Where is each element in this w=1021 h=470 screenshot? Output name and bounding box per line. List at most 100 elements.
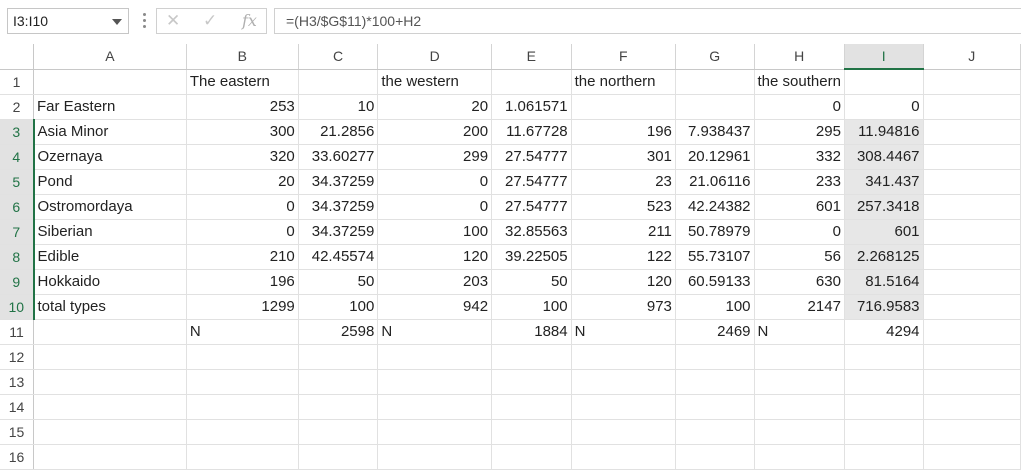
cell-d4[interactable]: 299	[377, 144, 493, 170]
cell-f10[interactable]: 973	[571, 294, 676, 320]
cell-g12[interactable]	[675, 344, 755, 370]
cell-c5[interactable]: 34.37259	[298, 169, 379, 195]
cell-h2[interactable]: 0	[754, 94, 845, 120]
cell-f3[interactable]: 196	[571, 119, 676, 145]
cell-e8[interactable]: 39.22505	[491, 244, 572, 270]
cell-e7[interactable]: 32.85563	[491, 219, 572, 245]
cell-a10[interactable]: total types	[33, 294, 187, 320]
cell-j15[interactable]	[923, 419, 1021, 445]
column-header-i[interactable]: I	[844, 44, 924, 70]
cell-h16[interactable]	[754, 444, 845, 470]
cell-i10[interactable]: 716.9583	[844, 294, 924, 320]
row-header[interactable]: 13	[0, 369, 35, 395]
cell-b2[interactable]: 253	[186, 94, 299, 120]
cell-f14[interactable]	[571, 394, 676, 420]
cell-b7[interactable]: 0	[186, 219, 299, 245]
cell-f6[interactable]: 523	[571, 194, 676, 220]
cell-d7[interactable]: 100	[377, 219, 493, 245]
cell-j14[interactable]	[923, 394, 1021, 420]
cell-h9[interactable]: 630	[754, 269, 845, 295]
cell-d6[interactable]: 0	[377, 194, 493, 220]
cell-j3[interactable]	[923, 119, 1021, 145]
row-header[interactable]: 2	[0, 94, 35, 120]
cell-f15[interactable]	[571, 419, 676, 445]
cell-d12[interactable]	[377, 344, 493, 370]
cell-g1[interactable]	[675, 69, 755, 95]
cell-j10[interactable]	[923, 294, 1021, 320]
row-header[interactable]: 4	[0, 144, 35, 170]
cell-h10[interactable]: 2147	[754, 294, 845, 320]
check-icon[interactable]: ✓	[203, 11, 217, 31]
cell-a5[interactable]: Pond	[33, 169, 187, 195]
row-header[interactable]: 12	[0, 344, 35, 370]
cell-c6[interactable]: 34.37259	[298, 194, 379, 220]
cell-j12[interactable]	[923, 344, 1021, 370]
cell-h5[interactable]: 233	[754, 169, 845, 195]
row-header[interactable]: 16	[0, 444, 35, 470]
cell-a16[interactable]	[33, 444, 187, 470]
cell-j4[interactable]	[923, 144, 1021, 170]
cell-g10[interactable]: 100	[675, 294, 755, 320]
cell-a15[interactable]	[33, 419, 187, 445]
cell-b4[interactable]: 320	[186, 144, 299, 170]
cell-c3[interactable]: 21.2856	[298, 119, 379, 145]
cell-b16[interactable]	[186, 444, 299, 470]
column-header-j[interactable]: J	[923, 44, 1021, 70]
cell-i16[interactable]	[844, 444, 924, 470]
column-header-c[interactable]: C	[298, 44, 379, 70]
cell-g2[interactable]	[675, 94, 755, 120]
row-header[interactable]: 1	[0, 69, 35, 95]
cell-c12[interactable]	[298, 344, 379, 370]
cell-b1[interactable]: The eastern	[186, 69, 299, 95]
cell-d14[interactable]	[377, 394, 493, 420]
cell-a11[interactable]	[33, 319, 187, 345]
cell-j7[interactable]	[923, 219, 1021, 245]
cell-j11[interactable]	[923, 319, 1021, 345]
cell-f12[interactable]	[571, 344, 676, 370]
cell-a14[interactable]	[33, 394, 187, 420]
cell-g8[interactable]: 55.73107	[675, 244, 755, 270]
cell-b6[interactable]: 0	[186, 194, 299, 220]
cell-d16[interactable]	[377, 444, 493, 470]
cell-b8[interactable]: 210	[186, 244, 299, 270]
close-icon[interactable]: ✕	[166, 11, 180, 31]
cell-f7[interactable]: 211	[571, 219, 676, 245]
cell-e3[interactable]: 11.67728	[491, 119, 572, 145]
cell-f8[interactable]: 122	[571, 244, 676, 270]
cell-b9[interactable]: 196	[186, 269, 299, 295]
cell-g13[interactable]	[675, 369, 755, 395]
insert-function-button[interactable]: fx	[242, 11, 257, 30]
cell-c4[interactable]: 33.60277	[298, 144, 379, 170]
cell-i9[interactable]: 81.5164	[844, 269, 924, 295]
cell-g11[interactable]: 2469	[675, 319, 755, 345]
cell-a7[interactable]: Siberian	[33, 219, 187, 245]
cell-e4[interactable]: 27.54777	[491, 144, 572, 170]
column-header-g[interactable]: G	[675, 44, 755, 70]
cell-h13[interactable]	[754, 369, 845, 395]
cell-h11[interactable]: N	[754, 319, 845, 345]
cell-d1[interactable]: the western	[377, 69, 493, 95]
cell-g9[interactable]: 60.59133	[675, 269, 755, 295]
cell-e10[interactable]: 100	[491, 294, 572, 320]
cell-i2[interactable]: 0	[844, 94, 924, 120]
cell-h14[interactable]	[754, 394, 845, 420]
cell-f1[interactable]: the northern	[571, 69, 676, 95]
cell-f13[interactable]	[571, 369, 676, 395]
column-header-b[interactable]: B	[186, 44, 299, 70]
cell-f9[interactable]: 120	[571, 269, 676, 295]
row-header[interactable]: 9	[0, 269, 35, 295]
cell-d2[interactable]: 20	[377, 94, 493, 120]
cell-c10[interactable]: 100	[298, 294, 379, 320]
cell-h4[interactable]: 332	[754, 144, 845, 170]
cell-f11[interactable]: N	[571, 319, 676, 345]
column-header-f[interactable]: F	[571, 44, 676, 70]
cell-c13[interactable]	[298, 369, 379, 395]
cell-b3[interactable]: 300	[186, 119, 299, 145]
cell-i14[interactable]	[844, 394, 924, 420]
cell-h3[interactable]: 295	[754, 119, 845, 145]
row-header[interactable]: 10	[0, 294, 35, 320]
cell-d8[interactable]: 120	[377, 244, 493, 270]
cell-g6[interactable]: 42.24382	[675, 194, 755, 220]
cell-b13[interactable]	[186, 369, 299, 395]
cell-e6[interactable]: 27.54777	[491, 194, 572, 220]
